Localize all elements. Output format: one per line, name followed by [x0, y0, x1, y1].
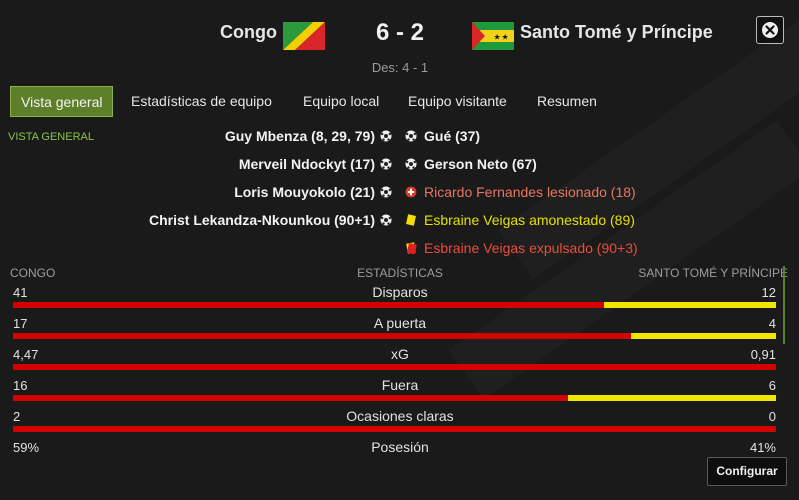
match-score: 6 - 2 — [375, 19, 425, 46]
stat-home-value: 2 — [13, 409, 21, 424]
sao-tome-flag-icon: ★ ★ — [472, 22, 514, 50]
stat-comparison-bar — [13, 426, 776, 432]
goal-ball-icon — [405, 130, 417, 142]
yellow-card-icon — [406, 214, 416, 226]
halftime-score: Des: 4 - 1 — [371, 60, 429, 75]
home-event: Guy Mbenza (8, 29, 79) — [224, 128, 375, 144]
tab-equipo-visitante[interactable]: Equipo visitante — [398, 86, 517, 117]
close-icon — [762, 22, 778, 38]
home-team-name: Congo — [220, 22, 277, 42]
stat-comparison-bar — [13, 395, 776, 401]
home-event: Christ Lekandza-Nkounkou (90+1) — [149, 212, 375, 228]
stat-label: xG — [391, 346, 409, 362]
stat-home-share-bar — [13, 333, 632, 339]
stats-home-header: CONGO — [10, 266, 56, 280]
stat-home-share-bar — [13, 302, 604, 308]
svg-text:★: ★ — [494, 33, 501, 42]
stat-label: Disparos — [372, 284, 428, 300]
stat-away-value: 6 — [768, 378, 776, 393]
stat-home-share-bar — [13, 426, 776, 432]
svg-text:★: ★ — [502, 33, 509, 42]
away-event-yellow-card: Esbraine Veigas amonestado (89) — [424, 212, 635, 228]
stat-away-value: 12 — [761, 285, 776, 300]
injury-icon — [405, 186, 417, 198]
home-event: Loris Mouyokolo (21) — [234, 184, 375, 200]
configure-button[interactable]: Configurar — [707, 457, 787, 486]
stat-home-value: 41 — [13, 285, 28, 300]
stat-label: Posesión — [371, 439, 429, 455]
stat-away-value: 0,91 — [750, 347, 776, 362]
stat-home-value: 59% — [13, 440, 40, 455]
stats-center-header: ESTADÍSTICAS — [357, 266, 443, 280]
stat-label: A puerta — [373, 315, 427, 331]
scrollbar[interactable] — [783, 266, 785, 344]
congo-flag-icon — [283, 22, 325, 50]
stat-home-value: 4,47 — [13, 347, 39, 362]
stat-label: Fuera — [381, 377, 419, 393]
stat-home-value: 16 — [13, 378, 28, 393]
stat-comparison-bar — [13, 333, 776, 339]
goal-ball-icon — [380, 158, 392, 170]
red-card-icon — [406, 242, 417, 254]
tab-vista-general[interactable]: Vista general — [10, 86, 114, 117]
stat-home-share-bar — [13, 364, 776, 370]
away-event: Gerson Neto (67) — [424, 156, 537, 172]
goal-ball-icon — [380, 214, 392, 226]
away-event-injury: Ricardo Fernandes lesionado (18) — [424, 184, 636, 200]
home-event: Merveil Ndockyt (17) — [238, 156, 375, 172]
stats-away-header: SANTO TOMÉ Y PRÍNCIPE — [638, 266, 788, 280]
stat-home-value: 17 — [13, 316, 28, 331]
goal-ball-icon — [380, 186, 392, 198]
stat-away-value: 4 — [768, 316, 776, 331]
section-title: VISTA GENERAL — [8, 131, 94, 143]
stat-label: Ocasiones claras — [346, 408, 454, 424]
goal-ball-icon — [380, 130, 392, 142]
tab-equipo-local[interactable]: Equipo local — [293, 86, 389, 117]
close-button[interactable] — [756, 16, 784, 44]
stat-comparison-bar — [13, 302, 776, 308]
away-team-name: Santo Tomé y Príncipe — [520, 22, 713, 42]
stat-away-value: 0 — [768, 409, 776, 424]
stat-comparison-bar — [13, 364, 776, 370]
tab-estadisticas-equipo[interactable]: Estadísticas de equipo — [121, 86, 282, 117]
away-event-red-card: Esbraine Veigas expulsado (90+3) — [424, 240, 638, 256]
tab-resumen[interactable]: Resumen — [527, 86, 607, 117]
stat-home-share-bar — [13, 395, 568, 401]
goal-ball-icon — [405, 158, 417, 170]
stat-away-value: 41% — [749, 440, 776, 455]
away-event: Gué (37) — [424, 128, 481, 144]
